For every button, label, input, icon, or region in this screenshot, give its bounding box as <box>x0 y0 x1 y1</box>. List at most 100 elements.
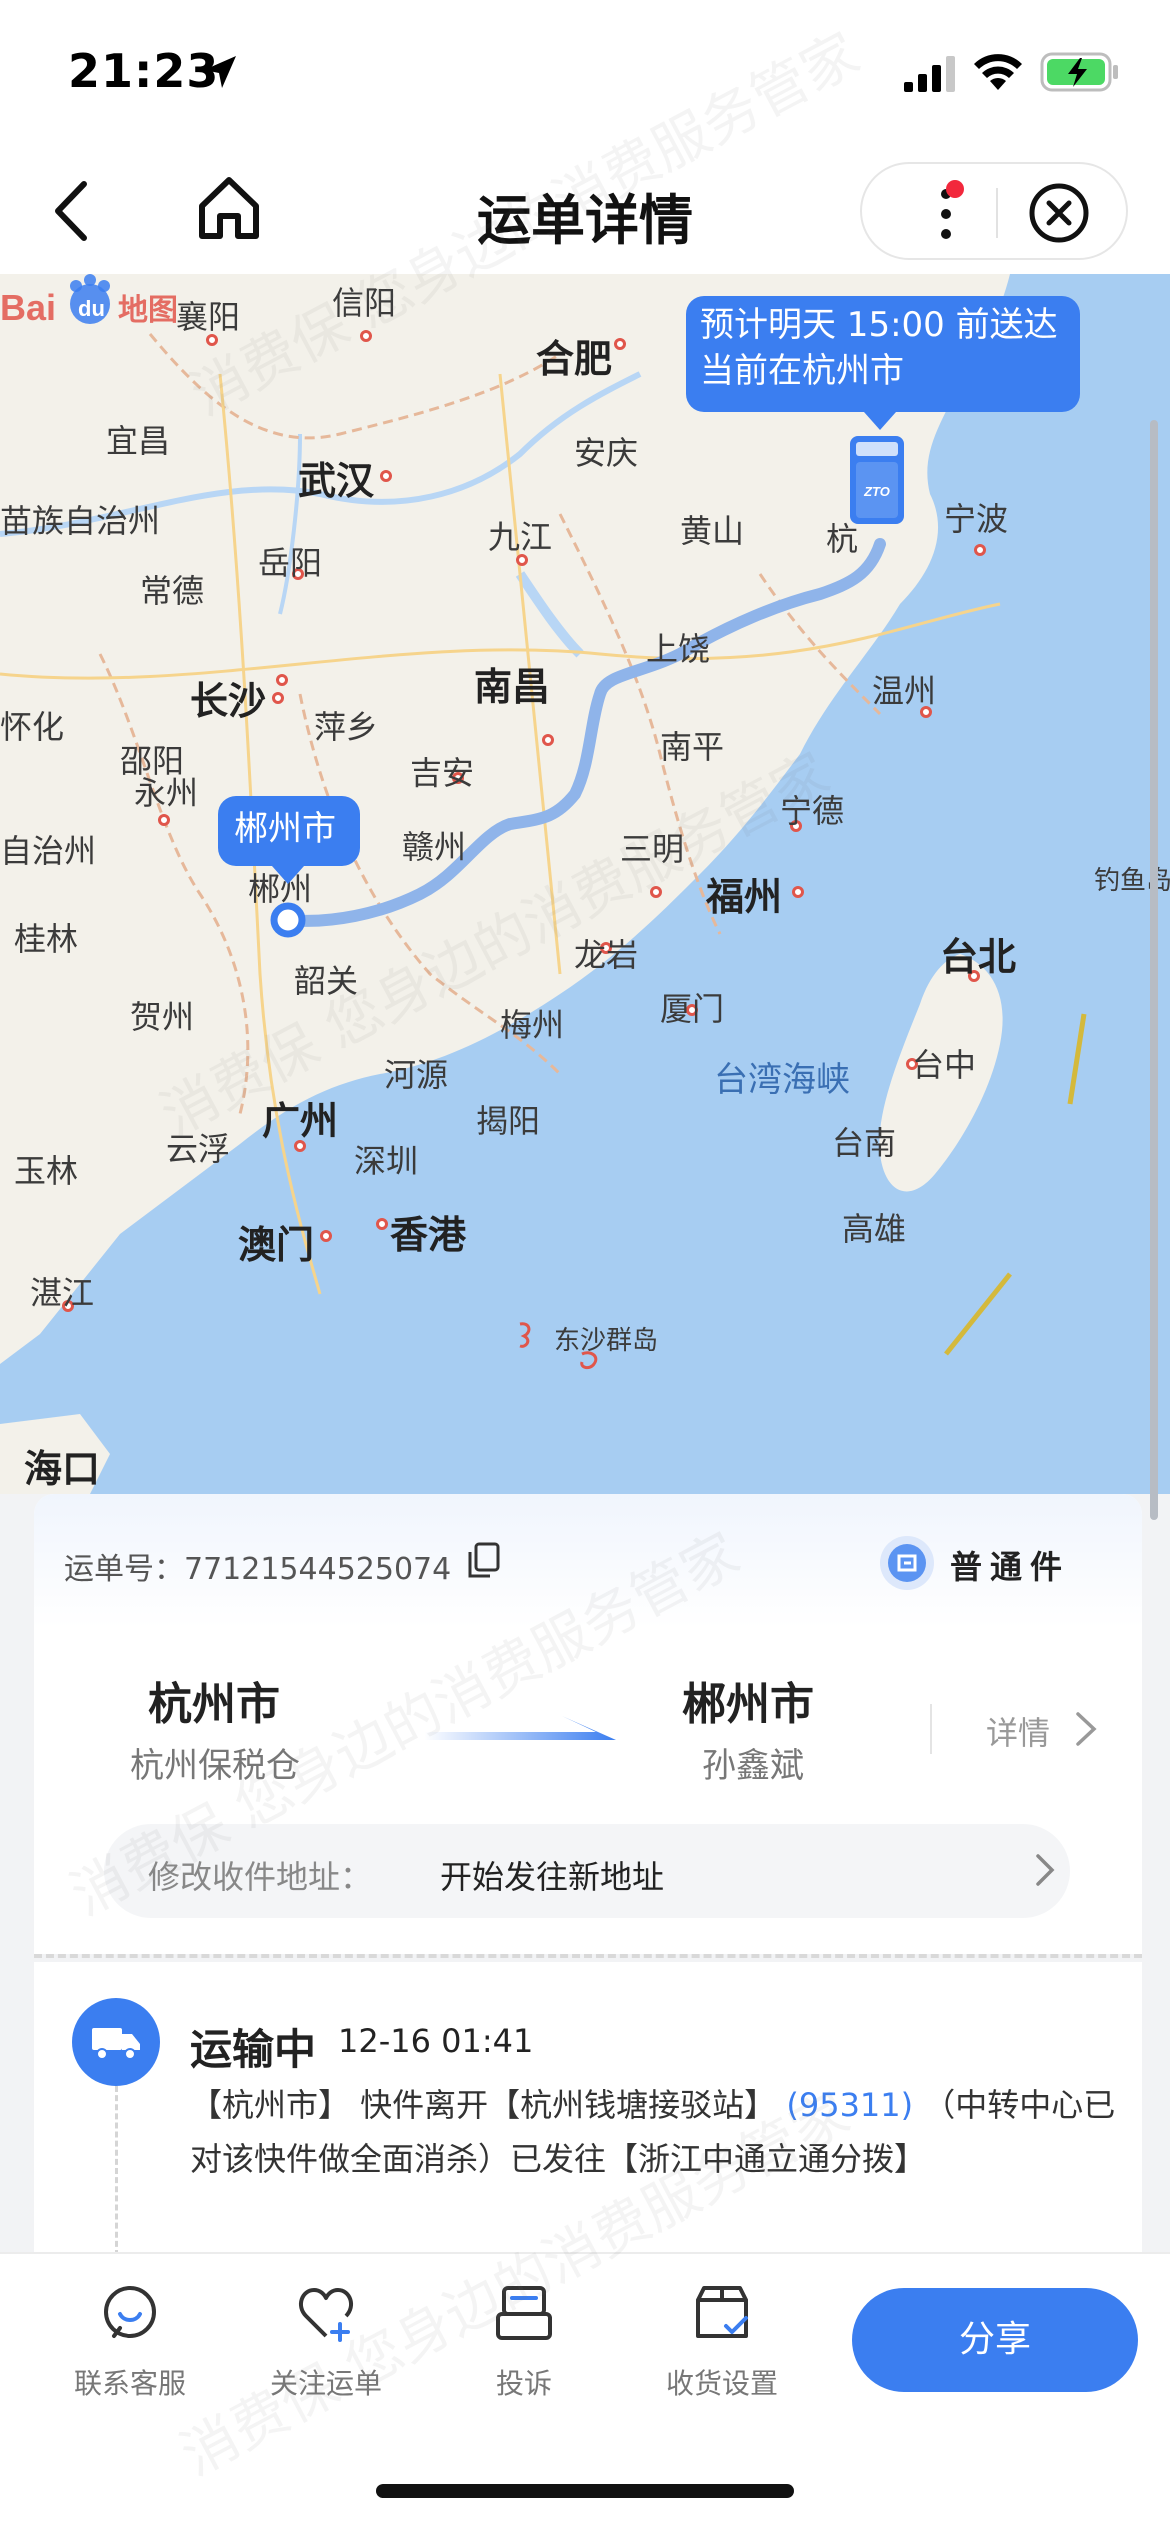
tab-label: 投诉 <box>495 2367 552 2400</box>
map-label: 韶关 <box>294 962 359 1000</box>
customer-service-icon <box>104 2286 156 2338</box>
island-icon <box>519 1322 598 1370</box>
callout-tail <box>272 866 304 884</box>
map-label: 香港 <box>390 1213 467 1257</box>
map-label: 岳阳 <box>258 544 323 582</box>
map-label: 常德 <box>140 572 205 610</box>
tab-label: 关注运单 <box>269 2367 382 2400</box>
map-label: 宜昌 <box>106 422 171 460</box>
route-map[interactable]: 襄阳 信阳 合肥 宜昌 武汉 安庆 苗族自治州 九江 黄山 杭 宁波 岳阳 常德… <box>0 274 1170 1494</box>
page: 21:23 运单详情 襄阳 信阳 合肥 宜昌 武汉 安庆 苗族自治州 九江 黄山… <box>0 0 1170 2532</box>
city-dot <box>974 544 986 556</box>
map-label: 台北 <box>940 935 1017 979</box>
map-label: 怀化 <box>0 708 65 746</box>
city-dot <box>614 338 626 350</box>
map-label: 澳门 <box>238 1223 315 1267</box>
map-label: 宁德 <box>780 792 845 830</box>
signal-icon <box>904 56 955 92</box>
map-label: 南昌 <box>474 665 551 709</box>
city-dot <box>376 1218 388 1230</box>
address-label: 修改收件地址： <box>148 1858 373 1896</box>
map-label: 永州 <box>134 774 199 812</box>
scrollbar[interactable] <box>1150 420 1158 1520</box>
dashed-separator <box>34 1954 1142 1958</box>
city-dot <box>360 330 372 342</box>
city-dot <box>320 1230 332 1242</box>
capsule-divider <box>996 188 998 238</box>
share-button[interactable]: 分享 <box>852 2288 1138 2392</box>
modify-address-button[interactable]: 修改收件地址： 开始发往新地址 <box>104 1824 1070 1918</box>
waybill-card: 运单号：77121544525074 普通件 杭州市 杭州保税仓 郴州市 孙鑫斌… <box>34 1494 1142 1954</box>
city-dot <box>542 734 554 746</box>
map-label: 台湾海峡 <box>714 1060 850 1100</box>
address-value: 开始发往新地址 <box>440 1858 665 1896</box>
status-bar: 21:23 <box>0 0 1170 150</box>
map-label: 厦门 <box>660 990 725 1028</box>
city-dot <box>792 886 804 898</box>
svg-text:地图: 地图 <box>118 293 178 328</box>
route-divider <box>930 1704 932 1754</box>
truck-status-icon <box>72 1998 160 2086</box>
copy-icon[interactable] <box>466 1542 502 1580</box>
callout-tail <box>864 412 896 430</box>
from-city: 杭州市 <box>148 1679 280 1730</box>
route-arrow-icon <box>424 1716 616 1740</box>
map-label: 信阳 <box>332 284 397 322</box>
svg-text:Bai: Bai <box>0 287 56 328</box>
close-icon[interactable] <box>1028 182 1090 244</box>
details-link[interactable]: 详情 <box>986 1708 1050 1754</box>
map-label: 福州 <box>706 875 783 919</box>
map-label: 长沙 <box>190 679 267 723</box>
tab-follow-waybill[interactable]: 关注运单 <box>236 2284 416 2404</box>
mini-program-capsule <box>860 162 1128 260</box>
eta-line2: 当前在杭州市 <box>700 351 904 391</box>
baidu-map-logo: Bai du 地图 <box>0 274 178 328</box>
tab-delivery-settings[interactable]: 收货设置 <box>632 2284 812 2404</box>
location-arrow-icon <box>204 56 236 88</box>
map-label: 南平 <box>660 728 725 766</box>
map-label: 桂林 <box>14 920 79 958</box>
package-type-icon <box>880 1536 934 1590</box>
map-label: 钓鱼岛 <box>1094 866 1170 896</box>
notification-dot <box>946 180 964 198</box>
recipient-name: 孙鑫斌 <box>702 1746 804 1786</box>
wifi-icon <box>974 54 1022 90</box>
map-label: 宁波 <box>944 500 1009 538</box>
map-label: 赣州 <box>402 828 467 866</box>
chevron-right-icon[interactable] <box>1074 1710 1098 1748</box>
map-label: 台中 <box>912 1046 977 1084</box>
map-label: 黄山 <box>680 512 745 550</box>
city-dot <box>380 470 392 482</box>
package-type: 普通件 <box>950 1548 1071 1586</box>
timeline-line <box>115 2086 118 2256</box>
chevron-right-icon[interactable] <box>1034 1852 1056 1888</box>
follow-heart-icon <box>298 2288 354 2342</box>
svg-text:du: du <box>78 296 105 321</box>
tracking-time: 12-16 01:41 <box>338 2022 534 2060</box>
map-label: 龙岩 <box>574 936 639 974</box>
map-label: 海口 <box>24 1447 101 1491</box>
city-dot <box>158 814 170 826</box>
route-summary: 杭州市 杭州保税仓 郴州市 孙鑫斌 详情 <box>34 1628 1142 1808</box>
home-indicator <box>376 2484 794 2498</box>
map-label: 河源 <box>384 1056 449 1094</box>
tracking-card: 运输中 12-16 01:41 【杭州市】 快件离开【杭州钱塘接驳站】 (953… <box>34 1962 1142 2256</box>
delivery-settings-icon <box>696 2286 748 2338</box>
tab-label: 联系客服 <box>73 2367 186 2400</box>
map-label: 上饶 <box>646 630 711 668</box>
map-label: 三明 <box>620 830 685 868</box>
map-label: 合肥 <box>536 337 613 381</box>
map-label: 贺州 <box>130 998 195 1036</box>
tracking-desc-part1: 【杭州市】 快件离开【杭州钱塘接驳站】 <box>190 2086 787 2124</box>
map-label: 高雄 <box>842 1210 907 1248</box>
battery-charging-icon <box>1040 52 1118 92</box>
map-label: 吉安 <box>410 754 475 792</box>
tab-label: 收货设置 <box>665 2367 778 2400</box>
tab-customer-service[interactable]: 联系客服 <box>40 2284 220 2404</box>
tracking-status: 运输中 <box>190 2025 317 2074</box>
truck-marker-icon: ZTO <box>850 436 904 524</box>
city-dot <box>650 886 662 898</box>
tab-complaint[interactable]: 投诉 <box>434 2284 614 2404</box>
phone-link[interactable]: (95311) <box>786 2086 913 2124</box>
map-label: 湛江 <box>30 1274 95 1312</box>
